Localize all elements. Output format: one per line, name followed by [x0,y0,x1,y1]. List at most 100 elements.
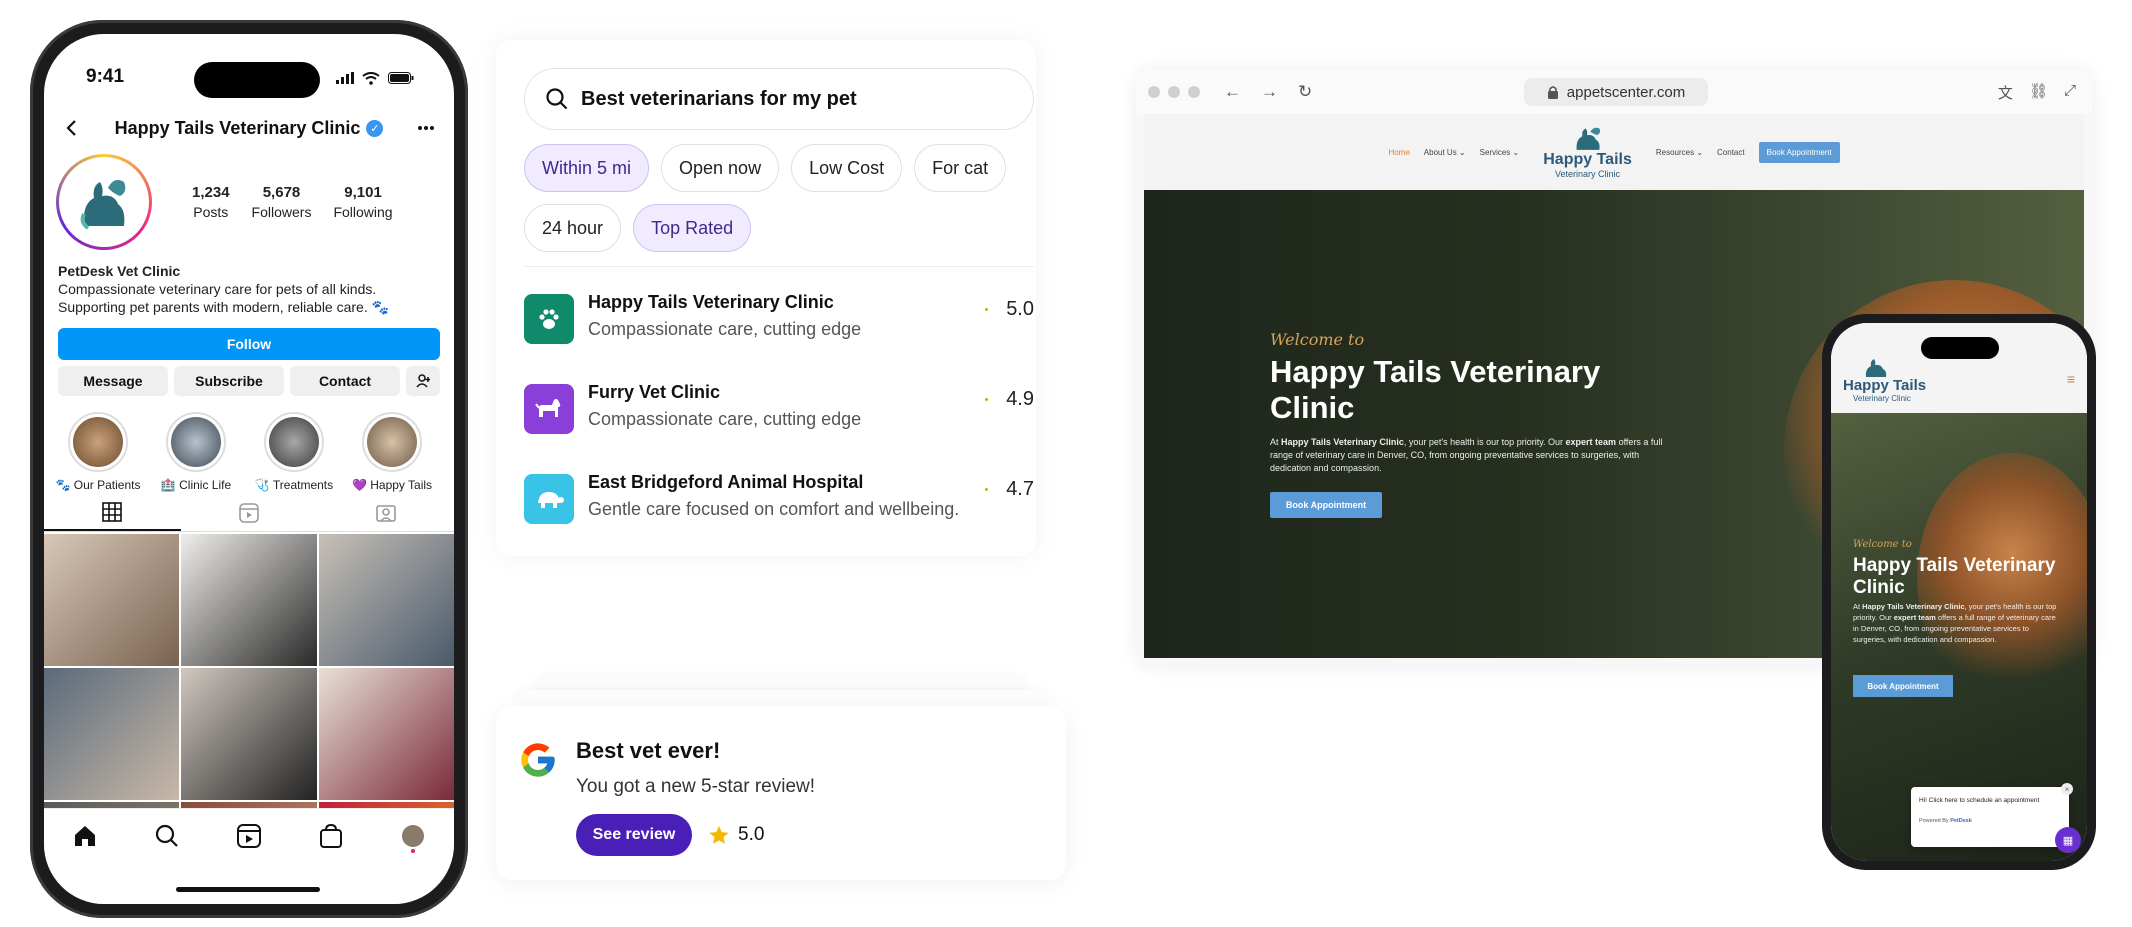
nav-home[interactable]: Home [1388,148,1409,157]
chip-top-rated[interactable]: Top Rated [633,204,752,252]
chip-within-5-mi[interactable]: Within 5 mi [524,144,650,192]
mobile-hero-headline: Happy Tails Veterinary Clinic [1853,555,2056,598]
subscribe-button[interactable]: Subscribe [174,366,284,396]
mobile-site-logo[interactable]: Happy Tails Veterinary Clinic [1843,359,1926,403]
stat-posts[interactable]: 1,234 Posts [192,184,230,220]
post-thumbnail[interactable] [318,534,454,666]
chat-launcher-icon[interactable]: ▦ [2055,827,2081,853]
mobile-hero-welcome: Welcome to [1853,539,1912,550]
filter-chips: Within 5 mi Open now Low Cost For cat 24… [524,144,1044,252]
home-indicator [176,887,320,892]
mobile-hero-paragraph: At Happy Tails Veterinary Clinic, your p… [1853,602,2057,644]
back-arrow-icon[interactable] [62,118,82,138]
dog-cat-logo-icon [80,180,126,230]
tab-tagged[interactable] [317,494,454,531]
chat-powered-by: Powered By PetDesk [1919,818,1972,824]
star-dot-icon [985,488,989,491]
result-name: Happy Tails Veterinary Clinic [588,292,834,312]
see-review-button[interactable]: See review [576,814,692,856]
nav-about[interactable]: About Us ⌄ [1424,148,1466,157]
shop-icon[interactable] [318,823,344,849]
star-dot-icon [985,308,989,311]
review-notification[interactable]: Best vet ever! You got a new 5-star revi… [496,706,1066,880]
nav-book-appointment-button[interactable]: Book Appointment [1758,141,1840,163]
tab-reels[interactable] [181,494,318,531]
tab-grid[interactable] [44,494,181,531]
review-title: Best vet ever! [576,738,721,763]
profile-stats: 1,234 Posts 5,678 Followers 9,101 Following [192,184,393,220]
post-thumbnail[interactable] [181,668,317,800]
site-logo[interactable]: Happy Tails Veterinary Clinic [1543,125,1632,179]
post-thumbnail[interactable] [181,534,317,666]
address-bar[interactable]: appetscenter.com [1524,78,1708,106]
nav-resources[interactable]: Resources ⌄ [1656,148,1703,157]
chat-popup[interactable]: × Hi! Click here to schedule an appointm… [1911,783,2073,847]
profile-actions: Message Subscribe Contact [58,366,440,396]
profile-header: Happy Tails Veterinary Clinic ✓ [44,112,454,144]
profile-avatar[interactable] [56,154,152,250]
status-time: 9:41 [86,66,125,87]
highlight-happy-tails[interactable]: 💜 Happy Tails [348,412,436,492]
result-rating: 5.0 [985,298,1034,321]
window-controls[interactable] [1148,86,1200,98]
mobile-book-appointment-button[interactable]: Book Appointment [1853,675,1953,697]
translate-icon[interactable]: 文 [1998,82,2013,103]
story-highlights: 🐾 Our Patients 🏥 Clinic Life 🩺 Treatment… [54,412,454,492]
result-item[interactable]: East Bridgeford Animal Hospital Gentle c… [524,472,1034,532]
search-input[interactable]: Best veterinarians for my pet [524,68,1034,130]
nav-services[interactable]: Services ⌄ [1480,148,1520,157]
message-button[interactable]: Message [58,366,168,396]
chat-message: Hi! Click here to schedule an appointmen… [1919,797,2040,804]
vet-search-card: Best veterinarians for my pet Within 5 m… [496,40,1036,556]
search-query: Best veterinarians for my pet [581,87,857,110]
stat-followers[interactable]: 5,678 Followers [252,184,312,220]
mobile-header: Happy Tails Veterinary Clinic ≡ [1831,323,2087,413]
chip-for-cat[interactable]: For cat [914,144,1007,192]
post-thumbnail[interactable] [44,534,180,666]
profile-title: Happy Tails Veterinary Clinic ✓ [82,118,416,139]
reels-nav-icon[interactable] [236,823,262,849]
result-item[interactable]: Furry Vet Clinic Compassionate care, cut… [524,382,1034,442]
signal-icon [336,72,354,84]
post-thumbnail[interactable] [318,668,454,800]
tagged-icon [375,504,396,522]
home-icon[interactable] [72,823,98,849]
stat-following[interactable]: 9,101 Following [333,184,392,220]
profile-avatar-icon[interactable] [400,823,426,853]
wifi-icon [362,71,380,85]
search-icon [546,88,568,110]
close-icon[interactable]: × [2061,783,2073,795]
hero-welcome: Welcome to [1270,330,1365,349]
result-rating: 4.9 [985,388,1034,411]
back-icon[interactable]: ← [1224,82,1241,102]
post-thumbnail[interactable] [44,668,180,800]
turtle-icon [524,474,574,524]
highlight-clinic-life[interactable]: 🏥 Clinic Life [152,412,240,492]
fullscreen-icon[interactable]: ⤢ [2064,82,2076,103]
more-options-icon[interactable] [416,118,436,138]
highlight-our-patients[interactable]: 🐾 Our Patients [54,412,142,492]
hamburger-menu-icon[interactable]: ≡ [2067,371,2075,387]
contact-button[interactable]: Contact [290,366,400,396]
forward-icon[interactable]: → [1261,82,1278,102]
hero-headline: Happy Tails Veterinary Clinic [1270,354,1601,425]
nav-contact[interactable]: Contact [1717,148,1745,157]
site-navigation: Home About Us ⌄ Services ⌄ Happy Tails V… [1144,114,2084,190]
hero-paragraph: At Happy Tails Veterinary Clinic, your p… [1270,437,1663,473]
star-icon [709,825,729,844]
browser-toolbar: ← → ↻ appetscenter.com 文 ⛓ ⤢ [1136,70,2092,114]
result-rating: 4.7 [985,478,1034,501]
add-person-button[interactable] [406,366,440,396]
chip-low-cost[interactable]: Low Cost [791,144,903,192]
follow-button[interactable]: Follow [58,328,440,360]
chip-open-now[interactable]: Open now [661,144,780,192]
link-icon[interactable]: ⛓ [2029,82,2048,103]
reload-icon[interactable]: ↻ [1298,82,1312,102]
chip-24-hour[interactable]: 24 hour [524,204,622,252]
search-icon[interactable] [154,823,180,849]
hero-book-appointment-button[interactable]: Book Appointment [1270,492,1382,518]
result-description: Gentle care focused on comfort and wellb… [588,499,960,519]
result-item[interactable]: Happy Tails Veterinary Clinic Compassion… [524,292,1034,352]
highlight-treatments[interactable]: 🩺 Treatments [250,412,338,492]
profile-bio: PetDesk Vet Clinic Compassionate veterin… [58,262,440,316]
